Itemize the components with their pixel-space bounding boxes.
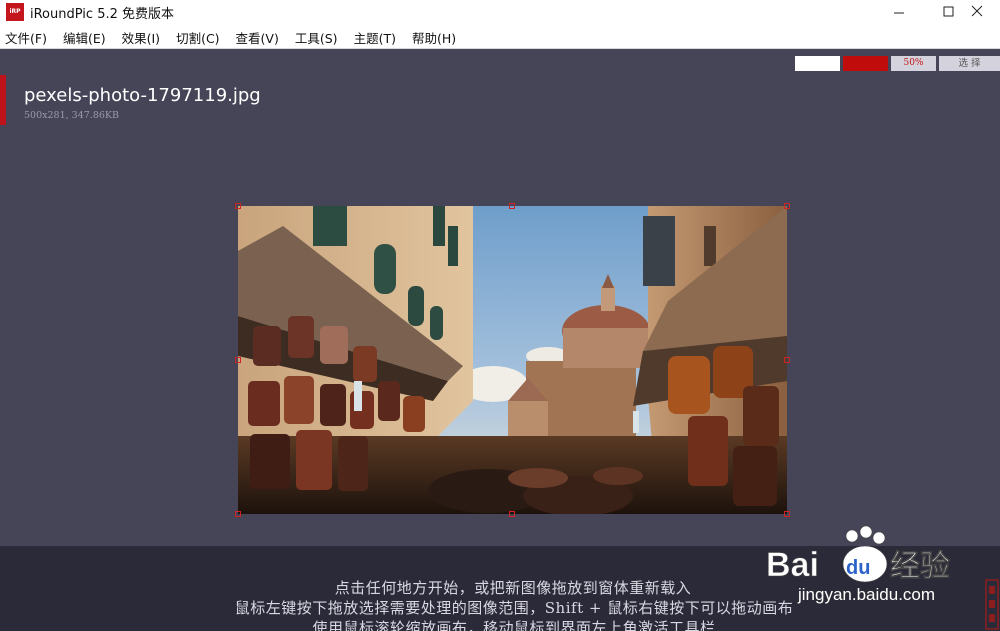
title-bar: iRP iRoundPic 5.2 免费版本: [0, 0, 1000, 26]
hint-line-3: 使用鼠标滚轮缩放画布，移动鼠标到界面左上角激活工具栏: [312, 619, 716, 631]
handle-bottom-middle[interactable]: [509, 511, 515, 517]
handle-middle-left[interactable]: [235, 357, 241, 363]
background-color-swatch-red[interactable]: [843, 56, 888, 71]
file-info: 500x281, 347.86KB: [24, 110, 119, 121]
select-button[interactable]: 选 择: [939, 56, 1000, 71]
handle-bottom-right[interactable]: [784, 511, 790, 517]
canvas-image[interactable]: [238, 206, 787, 514]
watermark-bai: Bai: [766, 546, 819, 584]
close-button[interactable]: [954, 0, 1000, 22]
minimize-button[interactable]: [876, 0, 922, 22]
menu-help[interactable]: 帮助(H): [412, 28, 456, 47]
seal-stamp-icon: [985, 579, 999, 630]
menu-view[interactable]: 查看(V): [236, 28, 279, 47]
handle-top-left[interactable]: [235, 203, 241, 209]
menu-tools[interactable]: 工具(S): [295, 28, 338, 47]
menu-theme[interactable]: 主题(T): [354, 28, 396, 47]
handle-top-middle[interactable]: [509, 203, 515, 209]
menu-effects[interactable]: 效果(I): [122, 28, 160, 47]
workspace[interactable]: pexels-photo-1797119.jpg 500x281, 347.86…: [0, 49, 1000, 546]
app-logo-icon: iRP: [6, 3, 24, 21]
watermark-jingyan: 经验: [890, 549, 950, 584]
market-street-photo: [238, 206, 787, 514]
background-color-swatch-white[interactable]: [795, 56, 840, 71]
watermark-url: jingyan.baidu.com: [798, 585, 936, 604]
baidu-jingyan-watermark: Bai du 经验: [766, 525, 950, 584]
menu-cut[interactable]: 切割(C): [176, 28, 219, 47]
watermark-du: du: [846, 557, 870, 579]
close-icon: [971, 5, 983, 17]
menu-edit[interactable]: 编辑(E): [63, 28, 106, 47]
menu-bar: 文件(F) 编辑(E) 效果(I) 切割(C) 查看(V) 工具(S) 主题(T…: [0, 26, 1000, 48]
handle-top-right[interactable]: [784, 203, 790, 209]
file-name: pexels-photo-1797119.jpg: [24, 85, 261, 106]
zoom-level[interactable]: 50%: [891, 56, 936, 71]
file-accent-bar: [0, 75, 6, 125]
minimize-icon: [894, 12, 904, 14]
menu-file[interactable]: 文件(F): [5, 28, 47, 47]
handle-middle-right[interactable]: [784, 357, 790, 363]
window-title: iRoundPic 5.2 免费版本: [30, 7, 174, 22]
handle-bottom-left[interactable]: [235, 511, 241, 517]
